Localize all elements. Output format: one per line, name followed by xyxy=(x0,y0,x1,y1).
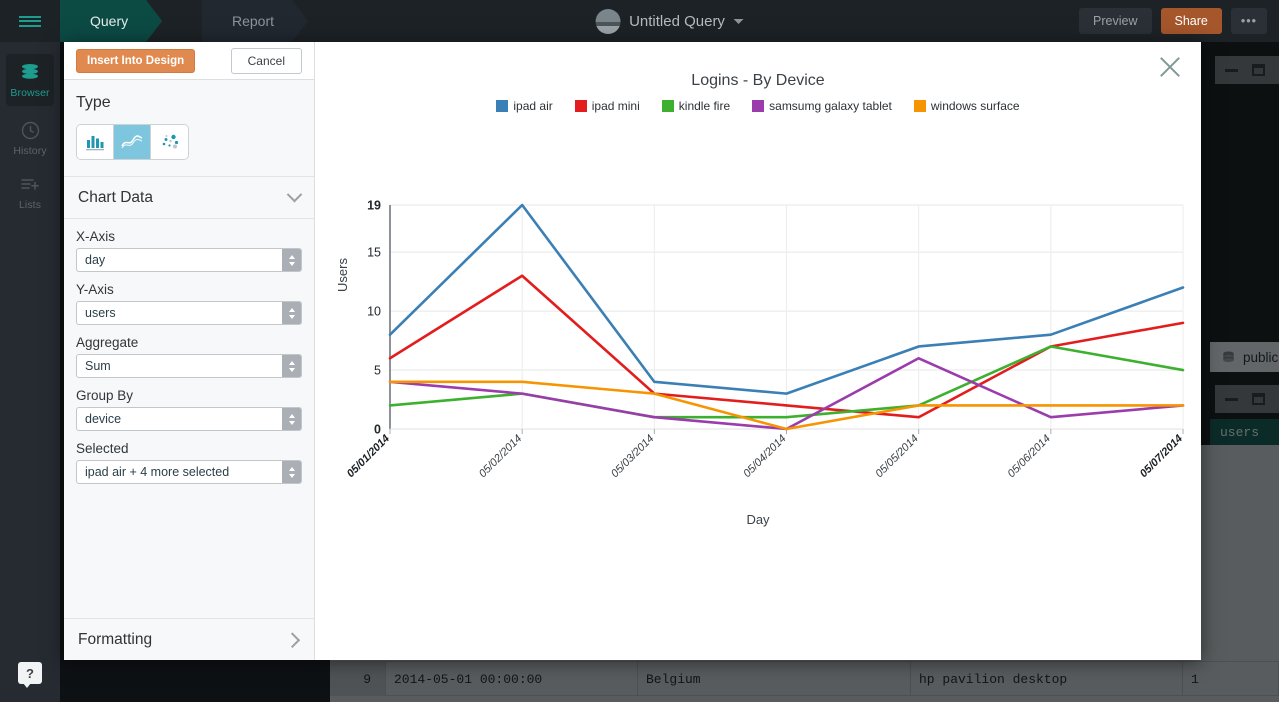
chart-data-fields: X-Axis day Y-Axis users Aggregate Sum Gr… xyxy=(64,219,314,618)
aggregate-label: Aggregate xyxy=(76,335,139,350)
y-axis-tick: 19 xyxy=(367,199,381,213)
chart-type-heading: Type xyxy=(76,94,111,111)
y-axis-tick: 15 xyxy=(367,246,381,260)
sidebar-item-history-label: History xyxy=(13,144,47,157)
x-axis-tick: 05/07/2014 xyxy=(1138,433,1185,480)
x-axis-tick: 05/03/2014 xyxy=(609,433,656,480)
sidebar-item-history[interactable]: History xyxy=(6,112,54,164)
stepper-icon[interactable] xyxy=(282,408,301,430)
hamburger-icon[interactable] xyxy=(0,0,60,42)
x-axis-tick: 05/02/2014 xyxy=(477,433,524,480)
top-actions: Preview Share ••• xyxy=(1079,8,1267,34)
chart-type-group xyxy=(76,124,189,160)
formatting-label: Formatting xyxy=(78,630,153,648)
close-icon[interactable] xyxy=(1157,54,1183,80)
y-axis-value: users xyxy=(85,306,116,320)
selected-series-select[interactable]: ipad air + 4 more selected xyxy=(76,460,302,484)
chart-data-label: Chart Data xyxy=(78,188,153,206)
y-axis-label: Y-Axis xyxy=(76,282,114,297)
x-axis-tick: 05/01/2014 xyxy=(345,433,392,480)
sidebar-item-lists-label: Lists xyxy=(18,198,42,211)
y-axis-tick: 5 xyxy=(374,364,381,378)
y-axis-select[interactable]: users xyxy=(76,301,302,325)
field-y-axis: Y-Axis users xyxy=(76,282,302,325)
selected-value: ipad air + 4 more selected xyxy=(85,465,230,479)
sidebar-item-browser[interactable]: Browser xyxy=(6,54,54,106)
chart-editor-actions: Insert Into Design Cancel xyxy=(64,42,314,80)
aggregate-value: Sum xyxy=(85,359,111,373)
bar-chart-icon[interactable] xyxy=(77,125,114,159)
line-chart-plot: 0 5 10 15 19 05/01/2014 05/02/2014 05/03/2014 05… xyxy=(345,199,1185,481)
sidebar-item-lists[interactable]: Lists xyxy=(6,166,54,218)
x-axis-tick: 05/05/2014 xyxy=(873,433,920,480)
formatting-section-toggle[interactable]: Formatting xyxy=(64,618,314,660)
group-by-value: device xyxy=(85,412,122,426)
y-axis-tick: 10 xyxy=(367,305,381,319)
share-button[interactable]: Share xyxy=(1160,8,1222,34)
avatar xyxy=(595,8,621,34)
tab-query-label: Query xyxy=(90,13,129,29)
clock-icon xyxy=(21,120,40,142)
scatter-chart-icon[interactable] xyxy=(151,125,188,159)
stepper-icon[interactable] xyxy=(282,461,301,483)
chart-editor-modal: Insert Into Design Cancel Type Chart Dat… xyxy=(64,42,1201,660)
chart-editor-sidebar: Insert Into Design Cancel Type Chart Dat… xyxy=(64,42,315,660)
chevron-down-icon[interactable] xyxy=(733,18,744,24)
cancel-button[interactable]: Cancel xyxy=(230,47,302,74)
x-axis-select[interactable]: day xyxy=(76,248,302,272)
x-axis-tick: 05/04/2014 xyxy=(741,433,788,480)
more-options-button[interactable]: ••• xyxy=(1230,8,1267,34)
stepper-icon[interactable] xyxy=(282,355,301,377)
help-button[interactable]: ? xyxy=(18,662,42,688)
x-axis-tick: 05/06/2014 xyxy=(1006,433,1053,480)
tab-report-label: Report xyxy=(232,13,275,29)
chart-type-section: Type xyxy=(64,80,314,177)
field-x-axis: X-Axis day xyxy=(76,229,302,272)
selected-label: Selected xyxy=(76,441,129,456)
list-add-icon xyxy=(20,174,40,196)
aggregate-select[interactable]: Sum xyxy=(76,354,302,378)
group-by-label: Group By xyxy=(76,388,134,403)
app-root: public users 9 2014-05-01 00:00:00 Belgi… xyxy=(0,0,1279,702)
group-by-select[interactable]: device xyxy=(76,407,302,431)
insert-into-design-button[interactable]: Insert Into Design xyxy=(76,48,196,73)
x-axis-label: X-Axis xyxy=(76,229,116,244)
stepper-icon[interactable] xyxy=(282,249,301,271)
tab-query[interactable]: Query xyxy=(60,0,162,42)
field-selected: Selected ipad air + 4 more selected xyxy=(76,441,302,484)
database-icon xyxy=(20,62,40,84)
tab-report[interactable]: Report xyxy=(202,0,308,42)
y-axis-tick: 0 xyxy=(374,423,381,437)
left-rail: Browser History Lists ? xyxy=(0,0,60,702)
chart-data-section-toggle[interactable]: Chart Data xyxy=(64,177,314,219)
line-chart-icon[interactable] xyxy=(114,125,151,159)
page-title: Untitled Query xyxy=(629,12,725,30)
field-aggregate: Aggregate Sum xyxy=(76,335,302,378)
x-axis-value: day xyxy=(85,253,106,267)
field-group-by: Group By device xyxy=(76,388,302,431)
chart-preview: Logins - By Device ipad air ipad mini kind… xyxy=(315,42,1201,660)
stepper-icon[interactable] xyxy=(282,302,301,324)
preview-button[interactable]: Preview xyxy=(1079,8,1152,34)
chevron-right-icon xyxy=(284,632,301,648)
document-title-group[interactable]: Untitled Query xyxy=(595,0,744,42)
sidebar-item-browser-label: Browser xyxy=(10,86,50,99)
chevron-down-icon xyxy=(286,186,303,203)
top-bar: Query Report Untitled Query Preview Shar… xyxy=(60,0,1279,42)
